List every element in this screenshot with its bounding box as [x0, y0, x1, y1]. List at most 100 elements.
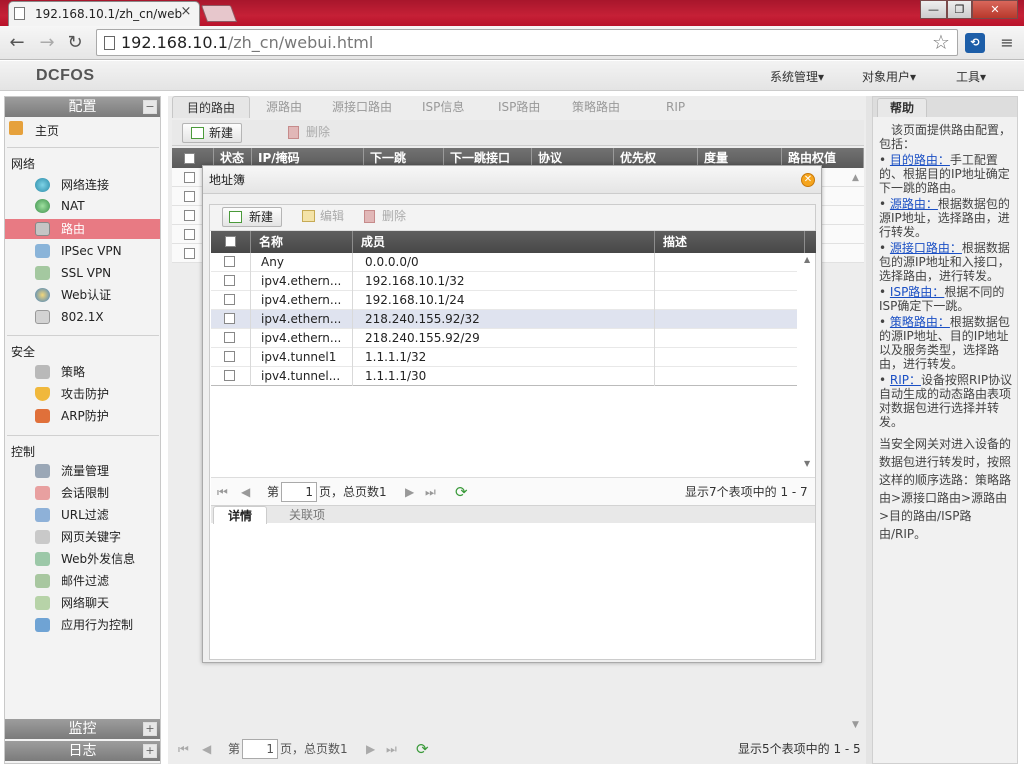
- scroll-up-arrow-icon[interactable]: ▲: [804, 255, 810, 264]
- dialog-edit-button[interactable]: 编辑: [294, 207, 352, 227]
- next-page-icon[interactable]: ▶: [366, 736, 375, 762]
- bookmark-star-icon[interactable]: ☆: [932, 30, 950, 54]
- sidebar-item-web-keyword[interactable]: 网页关键字: [5, 527, 160, 547]
- log-panel-header[interactable]: 日志 +: [5, 741, 160, 761]
- extension-icon[interactable]: ⟲: [965, 33, 985, 53]
- sidebar-item-route[interactable]: 路由: [5, 219, 160, 239]
- help-link-source-route[interactable]: 源路由：: [890, 197, 938, 211]
- help-link-policy-route[interactable]: 策略路由：: [890, 315, 950, 329]
- select-all-checkbox[interactable]: [184, 153, 195, 164]
- help-link-rip[interactable]: RIP：: [890, 373, 921, 387]
- prev-page-icon[interactable]: ◀: [241, 478, 250, 506]
- dialog-new-button[interactable]: 新建: [222, 207, 283, 227]
- scroll-down-arrow-icon[interactable]: ▼: [804, 459, 810, 468]
- sidebar-item-network-connection[interactable]: 网络连接: [5, 175, 160, 195]
- expand-icon[interactable]: +: [143, 744, 157, 758]
- help-link-isp-route[interactable]: ISP路由：: [890, 285, 944, 299]
- table-row[interactable]: ipv4.ethern... 192.168.10.1/32: [211, 272, 797, 291]
- row-checkbox[interactable]: [184, 191, 195, 202]
- menu-tools[interactable]: 工具▾: [956, 68, 986, 85]
- page-number-input[interactable]: 1: [281, 482, 317, 502]
- menu-system-management[interactable]: 系统管理▾: [770, 68, 824, 85]
- table-row[interactable]: ipv4.tunnel... 1.1.1.1/30: [211, 367, 797, 386]
- sidebar-item-arp-defense[interactable]: ARP防护: [5, 406, 160, 426]
- menu-object-users[interactable]: 对象用户▾: [862, 68, 916, 85]
- tab-policy-route[interactable]: 策略路由: [558, 96, 634, 118]
- back-arrow-icon[interactable]: ←: [6, 32, 28, 54]
- tab-isp-info[interactable]: ISP信息: [408, 96, 478, 118]
- help-link-destination-route[interactable]: 目的路由：: [890, 153, 950, 167]
- sidebar-item-8021x[interactable]: 802.1X: [5, 307, 160, 327]
- row-checkbox[interactable]: [224, 294, 235, 305]
- expand-icon[interactable]: +: [143, 722, 157, 736]
- help-link-source-interface-route[interactable]: 源接口路由：: [890, 241, 962, 255]
- browser-tab[interactable]: 192.168.10.1/zh_cn/web: [8, 1, 200, 26]
- page-number-input[interactable]: 1: [242, 739, 278, 759]
- sidebar-item-im-chat[interactable]: 网络聊天: [5, 593, 160, 613]
- close-icon[interactable]: ✕: [801, 173, 815, 187]
- refresh-icon[interactable]: ⟳: [455, 478, 468, 506]
- last-page-icon[interactable]: ⏭: [425, 478, 436, 506]
- close-tab-icon[interactable]: ×: [180, 5, 192, 18]
- next-page-icon[interactable]: ▶: [405, 478, 414, 506]
- address-bar[interactable]: 192.168.10.1/zh_cn/webui.html: [96, 29, 958, 56]
- sidebar-item-web-auth[interactable]: Web认证: [5, 285, 160, 305]
- sidebar-item-attack-defense[interactable]: 攻击防护: [5, 384, 160, 404]
- last-page-icon[interactable]: ⏭: [386, 736, 397, 762]
- forward-arrow-icon[interactable]: →: [36, 32, 58, 54]
- tab-destination-route[interactable]: 目的路由: [172, 96, 251, 118]
- dialog-title-bar[interactable]: 地址簿: [203, 166, 821, 194]
- sidebar-item-nat[interactable]: NAT: [5, 196, 160, 216]
- sidebar-item-session-limit[interactable]: 会话限制: [5, 483, 160, 503]
- row-checkbox[interactable]: [224, 275, 235, 286]
- collapse-icon[interactable]: −: [143, 100, 157, 114]
- row-checkbox[interactable]: [224, 351, 235, 362]
- dialog-scrollbar[interactable]: ▲ ▼: [802, 253, 816, 473]
- dialog-delete-button[interactable]: 删除: [356, 207, 414, 227]
- row-checkbox[interactable]: [184, 229, 195, 240]
- select-all-checkbox[interactable]: [225, 236, 236, 247]
- tab-details[interactable]: 详情: [213, 506, 268, 524]
- sidebar-item-traffic-management[interactable]: 流量管理: [5, 461, 160, 481]
- scroll-down-arrow-icon[interactable]: ▼: [852, 720, 859, 730]
- tab-isp-route[interactable]: ISP路由: [484, 96, 554, 118]
- tab-source-interface-route[interactable]: 源接口路由: [318, 96, 406, 118]
- table-row[interactable]: ipv4.ethern... 218.240.155.92/29: [211, 329, 797, 348]
- sidebar-item-ssl-vpn[interactable]: SSL VPN: [5, 263, 160, 283]
- new-button[interactable]: 新建: [182, 123, 243, 143]
- tab-related-items[interactable]: 关联项: [275, 506, 339, 524]
- col-description[interactable]: 描述: [655, 231, 805, 253]
- help-tab[interactable]: 帮助: [877, 98, 927, 117]
- row-checkbox[interactable]: [184, 210, 195, 221]
- monitor-panel-header[interactable]: 监控 +: [5, 719, 160, 739]
- row-checkbox[interactable]: [184, 248, 195, 259]
- row-checkbox[interactable]: [224, 256, 235, 267]
- table-row[interactable]: ipv4.tunnel1 1.1.1.1/32: [211, 348, 797, 367]
- table-row[interactable]: Any 0.0.0.0/0: [211, 253, 797, 272]
- sidebar-item-home[interactable]: 主页: [5, 121, 160, 141]
- maximize-button[interactable]: ❐: [947, 0, 972, 19]
- close-window-button[interactable]: ✕: [972, 0, 1018, 19]
- prev-page-icon[interactable]: ◀: [202, 736, 211, 762]
- scroll-up-arrow-icon[interactable]: ▲: [852, 173, 859, 183]
- browser-menu-icon[interactable]: ≡: [998, 34, 1016, 52]
- sidebar-item-web-outbound[interactable]: Web外发信息: [5, 549, 160, 569]
- delete-button[interactable]: 删除: [280, 123, 338, 143]
- tab-source-route[interactable]: 源路由: [252, 96, 316, 118]
- sidebar-item-policy[interactable]: 策略: [5, 362, 160, 382]
- new-tab-button[interactable]: [200, 5, 238, 22]
- sidebar-item-mail-filter[interactable]: 邮件过滤: [5, 571, 160, 591]
- reload-icon[interactable]: ↻: [64, 32, 86, 54]
- minimize-button[interactable]: —: [920, 0, 947, 19]
- row-checkbox[interactable]: [224, 313, 235, 324]
- row-checkbox[interactable]: [184, 172, 195, 183]
- sidebar-item-ipsec-vpn[interactable]: IPSec VPN: [5, 241, 160, 261]
- first-page-icon[interactable]: ⏮: [217, 478, 228, 506]
- col-name[interactable]: 名称: [251, 231, 353, 253]
- refresh-icon[interactable]: ⟳: [416, 736, 429, 762]
- config-panel-header[interactable]: 配置 −: [5, 97, 160, 117]
- col-member[interactable]: 成员: [353, 231, 655, 253]
- first-page-icon[interactable]: ⏮: [178, 736, 189, 762]
- row-checkbox[interactable]: [224, 370, 235, 381]
- sidebar-item-app-behavior[interactable]: 应用行为控制: [5, 615, 160, 635]
